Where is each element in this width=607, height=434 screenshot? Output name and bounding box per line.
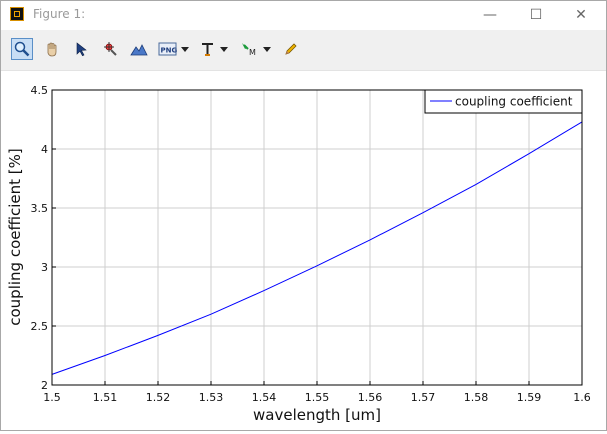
y-axis-label: coupling coefficient [%] — [6, 148, 24, 326]
chevron-down-icon — [181, 46, 189, 52]
x-tick-label: 1.51 — [93, 391, 118, 404]
y-tick-label: 4 — [41, 143, 48, 156]
y-tick-label: 2 — [41, 379, 48, 392]
x-tick-label: 1.56 — [358, 391, 383, 404]
close-button[interactable]: ✕ — [558, 1, 604, 29]
close-icon: ✕ — [575, 7, 587, 23]
x-tick-label: 1.52 — [146, 391, 171, 404]
save-png-icon: PNG — [158, 42, 178, 56]
data-cursor-icon — [104, 42, 117, 56]
line-chart: 1.5 1.51 1.52 1.53 1.54 1.55 1.56 1.57 1.58 1.59 1… — [6, 84, 591, 424]
minimize-icon: — — [483, 7, 497, 23]
window-title: Figure 1: — [33, 7, 86, 21]
x-tick-label: 1.55 — [305, 391, 330, 404]
pan-button[interactable] — [41, 38, 63, 60]
text-annotate-icon — [202, 43, 213, 56]
y-tick-label: 4.5 — [31, 84, 49, 97]
figure-window: Figure 1: — ☐ ✕ PNG M 1.5 1.51 1.52 1.53… — [0, 0, 607, 431]
data-cursor-button[interactable] — [99, 38, 121, 60]
y-tick-label: 3.5 — [31, 202, 49, 215]
pan-hand-icon — [47, 42, 57, 57]
marker-dropdown[interactable]: M — [240, 38, 271, 60]
pencil-icon — [285, 43, 297, 55]
svg-text:M: M — [249, 48, 256, 57]
chevron-down-icon — [263, 46, 271, 52]
select-arrow-icon — [76, 42, 87, 57]
y-tick-label: 2.5 — [31, 320, 49, 333]
title-bar[interactable]: Figure 1: — ☐ ✕ — [1, 1, 606, 29]
app-icon — [10, 7, 24, 21]
x-tick-label: 1.53 — [199, 391, 224, 404]
legend-label: coupling coefficient — [455, 95, 573, 109]
x-tick-label: 1.5 — [43, 391, 61, 404]
zoom-icon — [14, 41, 30, 57]
maximize-button[interactable]: ☐ — [513, 1, 559, 29]
y-tick-label: 3 — [41, 261, 48, 274]
select-button[interactable] — [70, 38, 92, 60]
legend[interactable]: coupling coefficient — [424, 89, 583, 114]
x-axis-label: wavelength [um] — [253, 406, 381, 424]
text-annotate-dropdown[interactable] — [199, 38, 228, 60]
save-png-dropdown[interactable]: PNG — [158, 38, 189, 60]
x-tick-label: 1.57 — [411, 391, 436, 404]
mountain-view-icon — [130, 44, 148, 56]
toolbar: PNG M — [1, 30, 606, 71]
svg-text:PNG: PNG — [161, 47, 178, 55]
x-tick-label: 1.59 — [517, 391, 542, 404]
zoom-button[interactable] — [11, 38, 33, 60]
x-tick-label: 1.6 — [573, 391, 591, 404]
minimize-button[interactable]: — — [467, 1, 513, 29]
maximize-icon: ☐ — [529, 7, 543, 23]
x-tick-label: 1.58 — [464, 391, 489, 404]
marker-icon: M — [242, 43, 256, 57]
pencil-button[interactable] — [280, 38, 302, 60]
x-tick-label: 1.54 — [252, 391, 277, 404]
view-button[interactable] — [128, 38, 150, 60]
chevron-down-icon — [220, 46, 228, 52]
plot-area[interactable]: 1.5 1.51 1.52 1.53 1.54 1.55 1.56 1.57 1.58 1.59 1… — [1, 71, 606, 430]
